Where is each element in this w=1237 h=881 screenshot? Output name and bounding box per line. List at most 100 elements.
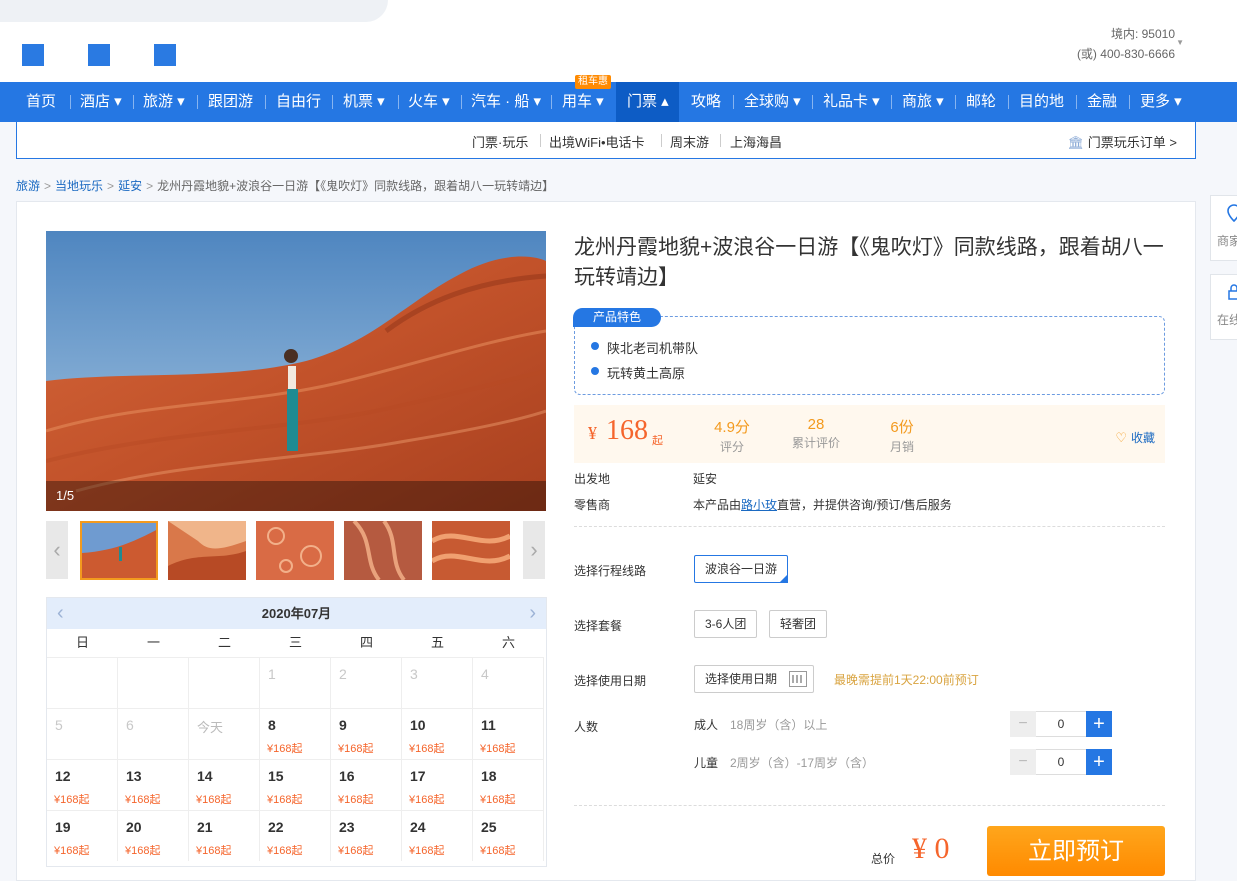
stat-reviews[interactable]: 28 累计评价 — [786, 416, 846, 451]
calendar-day-cell[interactable]: 21 ¥168起 — [189, 810, 260, 861]
total-price: ¥ 0 — [912, 832, 950, 865]
calendar-day-price: ¥168起 — [409, 794, 445, 806]
nav-divider — [955, 95, 956, 109]
breadcrumb-link[interactable]: 旅游 — [16, 179, 40, 193]
package-option[interactable]: 3-6人团 — [694, 610, 758, 638]
calendar-day-cell[interactable]: 11 ¥168起 — [473, 708, 544, 759]
book-now-button[interactable]: 立即预订 — [987, 826, 1165, 876]
logo-square[interactable] — [22, 44, 44, 66]
product-features: 产品特色 陕北老司机带队 玩转黄土高原 — [573, 308, 1165, 395]
side-widget-merchant[interactable]: 商家 — [1210, 195, 1237, 261]
nav-divider — [332, 95, 333, 109]
feature-item: 陕北老司机带队 — [607, 341, 699, 356]
calendar-weekday: 五 — [430, 635, 444, 650]
breadcrumb-link[interactable]: 当地玩乐 — [55, 179, 103, 193]
calendar-next-button[interactable]: › — [529, 598, 536, 629]
calendar-day-cell[interactable]: 8 ¥168起 — [260, 708, 331, 759]
favorite-button[interactable]: ♡ 收藏 — [1115, 429, 1155, 446]
calendar-day-cell[interactable]: 13 ¥168起 — [118, 759, 189, 810]
product-title: 龙州丹霞地貌+波浪谷一日游【《鬼吹灯》同款线路，跟着胡八一玩转靖边】 — [574, 236, 1164, 289]
adult-plus-button[interactable]: + — [1086, 711, 1112, 737]
calendar-day-cell: 6 — [118, 708, 189, 759]
subnav-item-weekend[interactable]: 周末游 — [670, 132, 709, 151]
subnav-item-wifi[interactable]: 出境WiFi•电话卡 — [549, 132, 645, 151]
main-photo[interactable]: 1/5 — [46, 231, 546, 511]
calendar-day-cell[interactable]: 15 ¥168起 — [260, 759, 331, 810]
thumbnail[interactable] — [256, 521, 334, 580]
calendar-day-cell[interactable]: 23 ¥168起 — [331, 810, 402, 861]
calendar-day-cell[interactable]: 20 ¥168起 — [118, 810, 189, 861]
calendar-weekday: 四 — [359, 635, 373, 650]
calendar-day-cell: 今天 — [189, 708, 260, 759]
nav-item-hotel[interactable]: 酒店 ▾ — [80, 82, 122, 122]
child-count[interactable]: 0 — [1036, 749, 1086, 775]
main-nav: 首页 酒店 ▾ 旅游 ▾ 跟团游 自由行 机票 ▾ 火车 ▾ 汽车 · 船 ▾ … — [0, 82, 1237, 122]
calendar-day-cell[interactable]: 19 ¥168起 — [47, 810, 118, 861]
calendar-day-cell[interactable]: 25 ¥168起 — [473, 810, 544, 861]
calendar-day-cell[interactable]: 16 ¥168起 — [331, 759, 402, 810]
nav-item-home[interactable]: 首页 — [26, 82, 56, 122]
chevron-down-icon[interactable]: ▼ — [1176, 38, 1184, 47]
departure-label: 出发地 — [574, 472, 611, 486]
calendar-day-price: ¥168起 — [338, 794, 374, 806]
calendar-day-cell[interactable]: 24 ¥168起 — [402, 810, 473, 861]
nav-item-flight[interactable]: 机票 ▾ — [343, 82, 385, 122]
calendar-day-cell[interactable]: 12 ¥168起 — [47, 759, 118, 810]
package-option[interactable]: 轻奢团 — [769, 610, 828, 638]
lock-icon — [1228, 284, 1237, 300]
child-plus-button[interactable]: + — [1086, 749, 1112, 775]
nav-item-tickets[interactable]: 门票 ▴ — [616, 82, 679, 122]
date-label: 选择使用日期 — [574, 674, 647, 688]
adult-minus-button[interactable]: − — [1010, 711, 1036, 737]
nav-item-finance[interactable]: 金融 — [1087, 82, 1117, 122]
calendar-day-cell[interactable]: 22 ¥168起 — [260, 810, 331, 861]
calendar-day-price: ¥168起 — [480, 743, 516, 755]
package-label: 选择套餐 — [574, 619, 623, 633]
nav-item-cruise[interactable]: 邮轮 — [966, 82, 996, 122]
ticket-order-link[interactable]: 🏛 门票玩乐订单 > — [1068, 132, 1177, 151]
calendar-day-price: ¥168起 — [54, 845, 90, 857]
calendar-day-cell[interactable]: 14 ¥168起 — [189, 759, 260, 810]
thumbnail[interactable] — [432, 521, 510, 580]
calendar-prev-button[interactable]: ‹ — [57, 598, 64, 629]
subnav-item-haichang[interactable]: 上海海昌 — [730, 132, 782, 151]
child-quantity-stepper: − 0 + — [1010, 749, 1112, 775]
thumbnail[interactable] — [80, 521, 158, 580]
nav-item-free-tour[interactable]: 自由行 — [276, 82, 321, 122]
seller-link[interactable]: 路小玫 — [741, 498, 777, 512]
logo-square[interactable] — [88, 44, 110, 66]
heart-icon: ♡ — [1115, 430, 1127, 445]
nav-item-business[interactable]: 商旅 ▾ — [902, 82, 944, 122]
calendar-day-number: 10 — [410, 717, 426, 733]
date-picker-button[interactable]: 选择使用日期 — [694, 665, 814, 693]
thumb-next-button[interactable]: › — [523, 521, 545, 579]
side-widget-online[interactable]: 在线 — [1210, 274, 1237, 340]
nav-item-more[interactable]: 更多 ▾ — [1140, 82, 1182, 122]
calendar-day-cell[interactable]: 9 ¥168起 — [331, 708, 402, 759]
breadcrumb-link[interactable]: 延安 — [118, 179, 142, 193]
nav-item-gift-card[interactable]: 礼品卡 ▾ — [823, 82, 880, 122]
subnav-item-tickets-play[interactable]: 门票·玩乐 — [472, 132, 528, 151]
logo-square[interactable] — [154, 44, 176, 66]
calendar-day-cell[interactable]: 17 ¥168起 — [402, 759, 473, 810]
child-minus-button[interactable]: − — [1010, 749, 1036, 775]
thumbnail[interactable] — [344, 521, 422, 580]
nav-item-guide[interactable]: 攻略 — [691, 82, 721, 122]
nav-item-global-shop[interactable]: 全球购 ▾ — [744, 82, 801, 122]
calendar-day-cell[interactable]: 18 ¥168起 — [473, 759, 544, 810]
calendar-day-price: ¥168起 — [125, 794, 161, 806]
route-option-selected[interactable]: 波浪谷一日游 — [694, 555, 789, 583]
nav-item-group-tour[interactable]: 跟团游 — [208, 82, 253, 122]
nav-item-travel[interactable]: 旅游 ▾ — [143, 82, 185, 122]
adult-count[interactable]: 0 — [1036, 711, 1086, 737]
calendar-day-cell[interactable]: 10 ¥168起 — [402, 708, 473, 759]
nav-item-bus-ship[interactable]: 汽车 · 船 ▾ — [471, 82, 541, 122]
nav-divider — [70, 95, 71, 109]
calendar-day-number: 今天 — [197, 720, 224, 735]
calendar-day-cell: 1 — [260, 657, 331, 708]
thumbnail[interactable] — [168, 521, 246, 580]
calendar-day-number: 25 — [481, 819, 497, 835]
nav-item-destination[interactable]: 目的地 — [1019, 82, 1064, 122]
thumb-prev-button[interactable]: ‹ — [46, 521, 68, 579]
nav-item-train[interactable]: 火车 ▾ — [408, 82, 450, 122]
